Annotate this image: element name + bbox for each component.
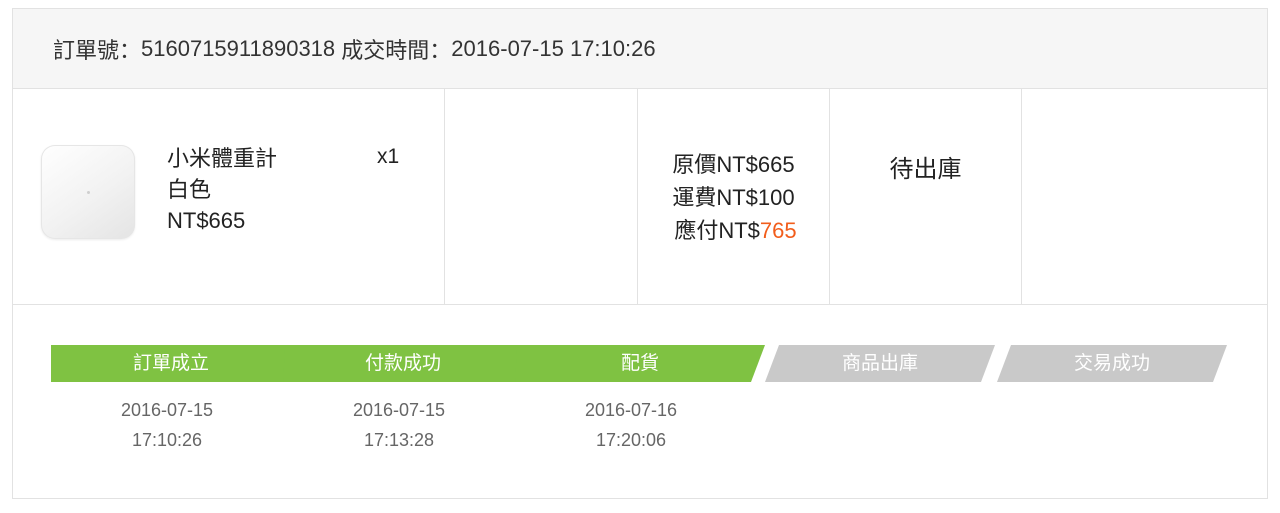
payable-label: 應付	[674, 218, 719, 243]
order-status: 待出庫	[889, 156, 962, 183]
bathroom-scale-image[interactable]	[41, 145, 135, 239]
payable-amount: 765	[759, 218, 797, 243]
order-time-label: 成交時間：	[341, 37, 452, 63]
payable-currency: NT$	[718, 218, 760, 243]
progress-step-timestamp: 2016-07-15 17:13:28	[283, 395, 515, 455]
progress-step-order-placed: 訂單成立	[51, 345, 291, 382]
product-color: 白色	[167, 177, 212, 202]
product-price: NT$665	[167, 208, 246, 233]
step-date: 2016-07-16	[584, 400, 678, 420]
status-cell: 待出庫	[829, 89, 1021, 304]
progress-step-label: 訂單成立	[132, 353, 209, 374]
original-price-amount: NT$665	[716, 152, 795, 177]
product-quantity: x1	[377, 145, 400, 168]
shipping-fee-line: 運費NT$100	[638, 181, 829, 214]
step-time: 17:20:06	[595, 430, 667, 450]
order-progress-bar: 訂單成立 付款成功 配貨 商品出庫 交易成功	[51, 345, 1227, 382]
progress-step-label: 配貨	[620, 353, 659, 374]
progress-step-timestamp: 2016-07-15 17:10:26	[51, 395, 283, 455]
step-time: 17:10:26	[131, 430, 203, 450]
shipping-fee-amount: NT$100	[716, 185, 795, 210]
progress-step-shipped: 商品出庫	[765, 345, 995, 382]
order-number-label: 訂單號：	[53, 37, 142, 63]
product-cell: 小米體重計 白色 NT$665 x1	[13, 89, 444, 304]
progress-step-payment: 付款成功	[283, 345, 523, 382]
progress-step-packing: 配貨	[515, 345, 765, 382]
step-date: 2016-07-15	[120, 400, 214, 420]
progress-step-completed: 交易成功	[997, 345, 1227, 382]
original-price-line: 原價NT$665	[638, 148, 829, 181]
progress-step-label: 商品出庫	[841, 353, 918, 374]
order-header: 訂單號： 5160715911890318 成交時間： 2016-07-15 1…	[13, 9, 1267, 89]
empty-cell	[444, 89, 637, 304]
progress-step-label: 交易成功	[1073, 353, 1150, 374]
shipping-fee-label: 運費	[672, 185, 717, 210]
product-info: 小米體重計 白色 NT$665	[167, 143, 277, 236]
step-date: 2016-07-15	[352, 400, 446, 420]
progress-step-timestamp: 2016-07-16 17:20:06	[515, 395, 747, 455]
actions-cell	[1021, 89, 1267, 304]
payable-line: 應付NT$765	[638, 214, 829, 247]
price-cell: 原價NT$665 運費NT$100 應付NT$765	[637, 89, 829, 304]
progress-step-label: 付款成功	[364, 353, 441, 374]
order-card: 訂單號： 5160715911890318 成交時間： 2016-07-15 1…	[12, 8, 1268, 499]
order-time: 2016-07-15 17:10:26	[451, 35, 656, 61]
original-price-label: 原價	[672, 152, 717, 177]
order-item-row: 小米體重計 白色 NT$665 x1 原價NT$665 運費NT$100 應付N…	[13, 89, 1267, 305]
order-number: 5160715911890318	[141, 35, 336, 61]
price-summary: 原價NT$665 運費NT$100 應付NT$765	[638, 148, 829, 247]
step-time: 17:13:28	[363, 430, 435, 450]
product-name[interactable]: 小米體重計	[167, 143, 277, 174]
